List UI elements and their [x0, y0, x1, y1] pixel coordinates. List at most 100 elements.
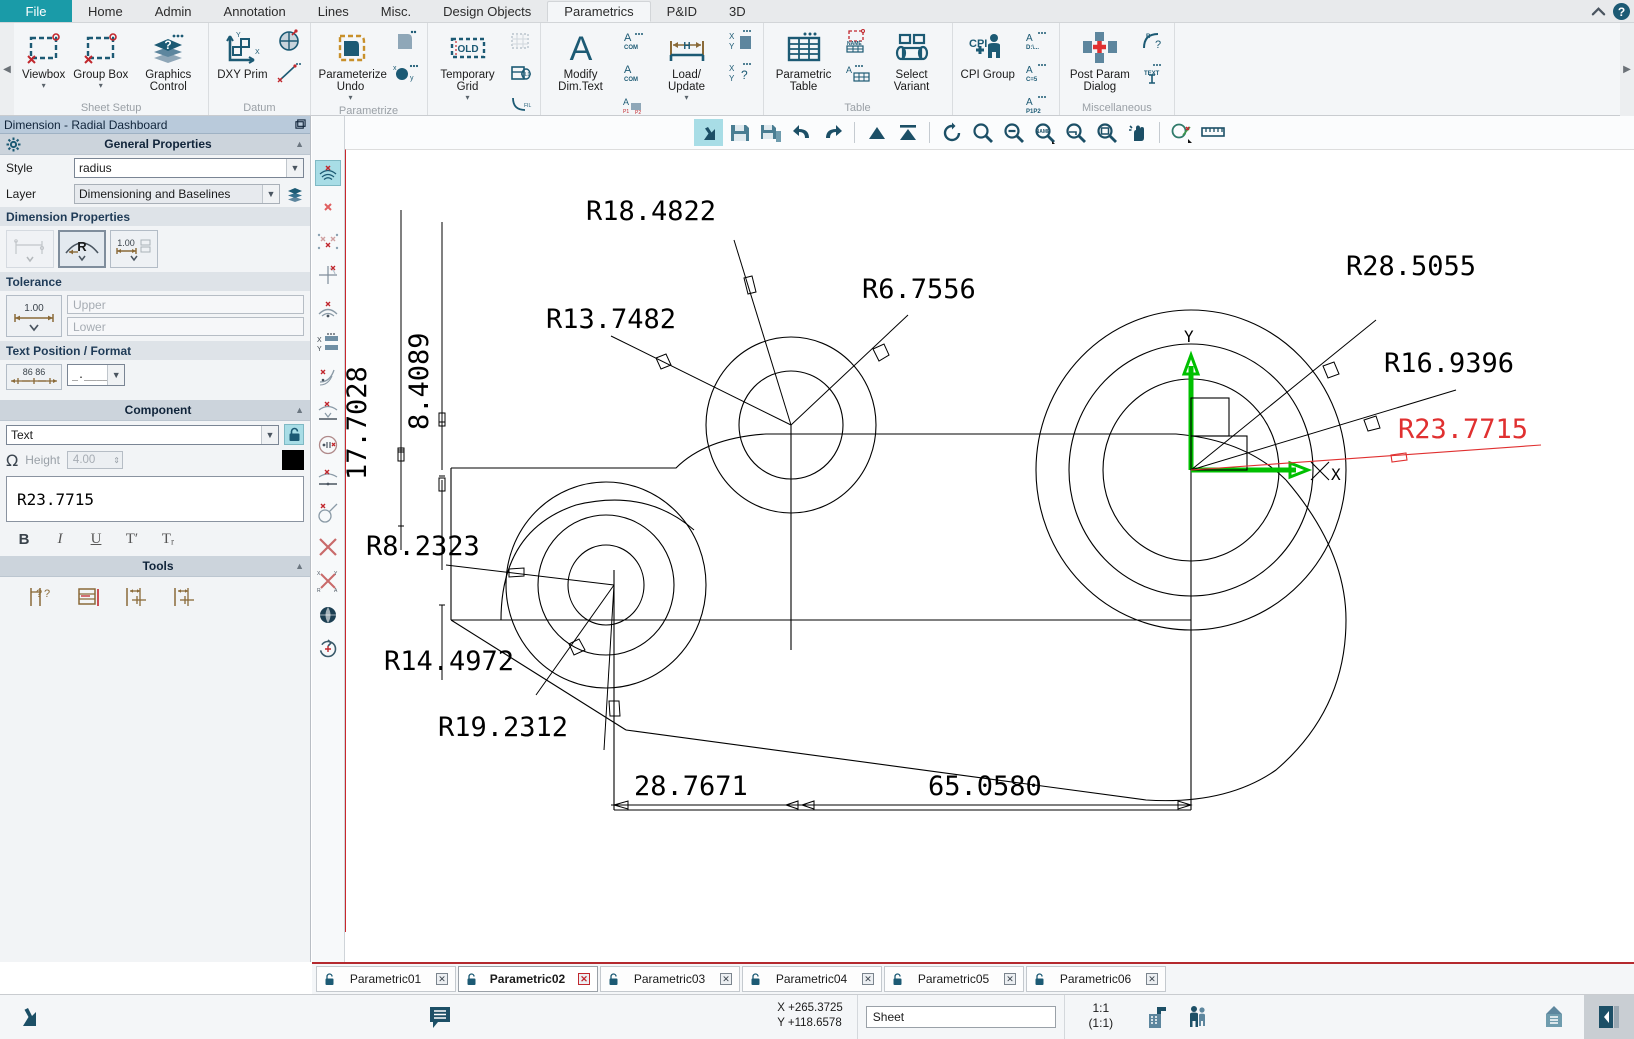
ribbon-scroll-right[interactable]: ▶	[1620, 23, 1634, 116]
tool-dim-align2-icon[interactable]	[172, 585, 198, 612]
lock-icon[interactable]	[324, 972, 335, 986]
snap-axis-icon[interactable]	[315, 262, 341, 288]
parametric-table-button[interactable]: Parametric Table	[769, 25, 839, 95]
component-text-input[interactable]: R23.7715	[6, 476, 304, 522]
undo-icon[interactable]	[787, 119, 816, 146]
tool-dim-align-icon[interactable]	[124, 585, 150, 612]
chevron-up-icon[interactable]: ▲	[290, 139, 304, 149]
load-update-button[interactable]: H Load/ Update ▾	[652, 25, 722, 104]
chevron-down-icon[interactable]: ▾	[42, 81, 46, 90]
ribbon-tab-lines[interactable]: Lines	[302, 0, 365, 22]
snap-circle-icon[interactable]	[315, 432, 341, 458]
ribbon-tab-design-objects[interactable]: Design Objects	[427, 0, 547, 22]
parametrize-shape-button[interactable]	[388, 25, 422, 57]
bring-forward-icon[interactable]	[862, 119, 891, 146]
italic-button[interactable]: I	[42, 528, 78, 550]
lock-icon[interactable]	[608, 972, 619, 986]
grid-old-button[interactable]: OLD	[505, 57, 535, 89]
section-component[interactable]: Component ▲	[0, 400, 310, 421]
zoom-previous-icon[interactable]	[1061, 119, 1090, 146]
chevron-down-icon[interactable]: ▾	[466, 93, 470, 102]
refresh-target-icon[interactable]	[315, 636, 341, 662]
chevron-down-icon[interactable]: ▼	[261, 425, 278, 444]
ribbon-scroll-left[interactable]: ◀	[0, 23, 14, 115]
dxy-prim-button[interactable]: Y X DXY Prim	[214, 25, 270, 83]
regenerate-icon[interactable]	[937, 119, 966, 146]
snap-multi-point-icon[interactable]	[315, 228, 341, 254]
measure-icon[interactable]	[1198, 119, 1227, 146]
sheet-name-input[interactable]: Sheet	[865, 1006, 1056, 1028]
layers-icon[interactable]	[286, 185, 304, 203]
tool-dim-edit-icon[interactable]	[76, 585, 102, 612]
delete-x-icon[interactable]	[315, 534, 341, 560]
cursor-arrow-icon[interactable]	[0, 995, 60, 1039]
close-icon[interactable]: ✕	[720, 973, 732, 985]
ribbon-tab-file[interactable]: File	[0, 0, 72, 22]
chevron-down-icon[interactable]: ▾	[349, 93, 353, 102]
scale-indicator[interactable]: 1:1 (1:1)	[1065, 995, 1137, 1039]
chevron-down-icon[interactable]: ▼	[262, 185, 279, 203]
ribbon-tab-admin[interactable]: Admin	[139, 0, 208, 22]
lock-icon[interactable]	[892, 972, 903, 986]
snap-point-icon[interactable]	[315, 194, 341, 220]
a-c5-button[interactable]: A C=5	[1020, 57, 1054, 89]
ribbon-tab-home[interactable]: Home	[72, 0, 139, 22]
sheet-tab-parametric06[interactable]: Parametric06 ✕	[1026, 966, 1166, 992]
sheet-tab-parametric02[interactable]: Parametric02 ✕	[458, 966, 598, 992]
a-path-button[interactable]: A D:\...	[1020, 25, 1054, 57]
ribbon-tab-pid[interactable]: P&ID	[651, 0, 713, 22]
snap-line-icon[interactable]	[315, 466, 341, 492]
ribbon-tab-3d[interactable]: 3D	[713, 0, 762, 22]
close-icon[interactable]: ✕	[1146, 973, 1158, 985]
section-tools[interactable]: Tools ▲	[0, 556, 310, 577]
component-type-combobox[interactable]: Text ▼	[6, 424, 279, 445]
people-icon[interactable]	[1177, 995, 1217, 1039]
lock-icon[interactable]	[750, 972, 761, 986]
radial-dim-button[interactable]: R	[58, 230, 106, 268]
parametrize-xy-button[interactable]: x y	[388, 57, 422, 89]
zoom-out-icon[interactable]	[999, 119, 1028, 146]
grid-library-button[interactable]	[505, 25, 535, 57]
style-combobox[interactable]: radius ▼	[74, 158, 304, 178]
modify-dim-text-button[interactable]: A Modify Dim.Text	[546, 25, 616, 95]
radius-query-button[interactable]: R ?	[1137, 25, 1169, 57]
lock-icon[interactable]	[466, 972, 477, 986]
color-swatch[interactable]	[282, 450, 304, 470]
text-position-button[interactable]: 86 86	[6, 364, 62, 390]
chevron-up-icon[interactable]: ▲	[290, 405, 304, 415]
group-box-button[interactable]: Group Box ▾	[70, 25, 131, 92]
chevron-up-icon[interactable]: ▲	[290, 561, 304, 571]
globe-icon[interactable]	[315, 602, 341, 628]
ribbon-tab-annotation[interactable]: Annotation	[208, 0, 302, 22]
help-icon[interactable]: ?	[1613, 3, 1630, 20]
cpi-group-button[interactable]: CPI CPI Group	[958, 25, 1018, 83]
xy-query-button[interactable]: X Y ?	[724, 57, 758, 89]
chevron-up-icon[interactable]	[1591, 4, 1606, 19]
tool-dim-pair-icon[interactable]: ? ?	[28, 585, 54, 612]
snap-arc-icon[interactable]	[315, 296, 341, 322]
sheet-tab-parametric01[interactable]: Parametric01 ✕	[316, 966, 456, 992]
save-as-icon[interactable]	[756, 119, 785, 146]
superscript-button[interactable]: T′	[114, 528, 150, 550]
chevron-down-icon[interactable]: ▼	[286, 159, 303, 177]
sheet-tab-parametric05[interactable]: Parametric05 ✕	[884, 966, 1024, 992]
post-param-dialog-button[interactable]: Post Param Dialog	[1065, 25, 1135, 95]
underline-button[interactable]: U	[78, 528, 114, 550]
linear-dim-button[interactable]	[6, 230, 54, 268]
save-icon[interactable]	[725, 119, 754, 146]
zoom-named-icon[interactable]: NAME	[1030, 119, 1059, 146]
name-table-button[interactable]: NAME	[841, 25, 875, 57]
close-icon[interactable]: ✕	[1004, 973, 1016, 985]
ribbon-tab-parametrics[interactable]: Parametrics	[547, 1, 651, 22]
sheet-tab-parametric03[interactable]: Parametric03 ✕	[600, 966, 740, 992]
xy-save-button[interactable]: X Y	[724, 25, 758, 57]
zoom-all-icon[interactable]	[1092, 119, 1121, 146]
drawing-canvas[interactable]: Y X R18.4822 R6.7556 R13.7482 R28.5055 R…	[345, 149, 1634, 932]
bring-to-front-icon[interactable]	[893, 119, 922, 146]
snap-tangent-icon[interactable]	[315, 500, 341, 526]
bold-button[interactable]: B	[6, 528, 42, 550]
message-log-icon[interactable]	[410, 995, 470, 1039]
snap-curve-icon[interactable]	[315, 364, 341, 390]
tolerance-lower-input[interactable]: Lower	[67, 317, 304, 336]
snap-base-icon[interactable]	[315, 398, 341, 424]
